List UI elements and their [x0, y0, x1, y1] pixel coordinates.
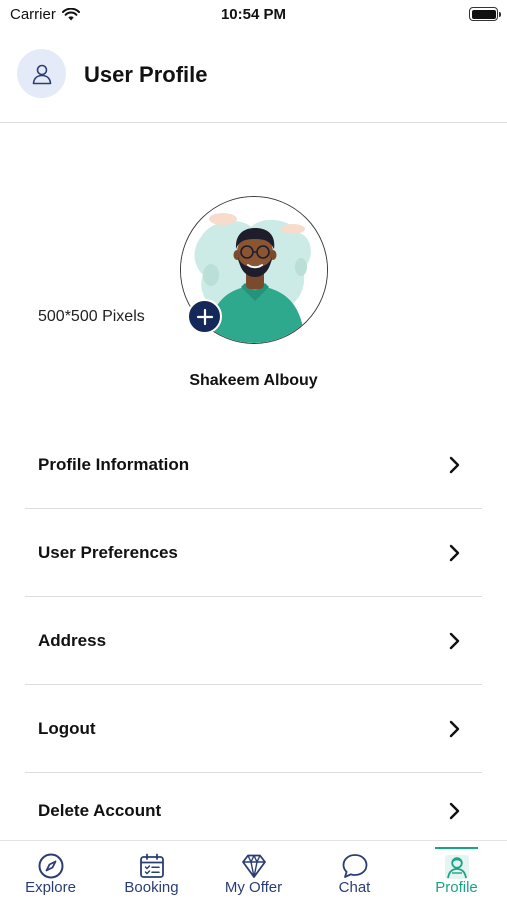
page-header: User Profile — [0, 30, 507, 123]
user-name: Shakeem Albouy — [189, 372, 318, 389]
menu-item-label: Logout — [38, 718, 96, 738]
active-tab-indicator — [435, 847, 478, 849]
battery-icon — [469, 7, 501, 21]
chevron-right-icon — [449, 720, 460, 737]
menu-item-label: Address — [38, 630, 107, 650]
photo-size-hint: 500*500 Pixels — [38, 308, 145, 325]
tab-label: Booking — [124, 879, 179, 896]
tab-my-offer[interactable]: My Offer — [203, 841, 304, 900]
calendar-icon — [139, 853, 164, 878]
compass-icon — [38, 853, 63, 879]
menu-item-logout[interactable]: Logout — [25, 685, 482, 773]
bottom-tab-bar: Explore Booking My Offer Chat Profile — [0, 840, 507, 900]
header-avatar[interactable] — [17, 49, 66, 98]
menu-item-user-preferences[interactable]: User Preferences — [25, 509, 482, 597]
status-time: 10:54 PM — [220, 6, 287, 23]
tab-profile[interactable]: Profile — [406, 841, 507, 900]
add-photo-button[interactable] — [187, 299, 222, 334]
chevron-right-icon — [449, 802, 460, 820]
tab-chat[interactable]: Chat — [304, 841, 405, 900]
user-icon — [32, 64, 51, 84]
tab-explore[interactable]: Explore — [0, 841, 101, 900]
chevron-right-icon — [449, 456, 460, 473]
chevron-right-icon — [449, 632, 460, 649]
diamond-icon — [241, 854, 266, 878]
tab-label: Explore — [25, 879, 76, 896]
menu-item-profile-information[interactable]: Profile Information — [25, 421, 482, 509]
menu-item-address[interactable]: Address — [25, 597, 482, 685]
chat-bubble-icon — [342, 854, 367, 878]
profile-icon — [444, 855, 469, 879]
status-bar: Carrier 10:54 PM — [0, 0, 507, 30]
menu-item-label: User Preferences — [38, 542, 178, 562]
menu-item-label: Profile Information — [38, 454, 190, 474]
tab-label: My Offer — [224, 879, 283, 896]
plus-icon — [196, 308, 213, 325]
page-title: User Profile — [84, 62, 208, 87]
tab-label: Chat — [338, 879, 371, 896]
tab-label: Profile — [435, 879, 478, 896]
tab-booking[interactable]: Booking — [101, 841, 202, 900]
chevron-right-icon — [449, 544, 460, 561]
